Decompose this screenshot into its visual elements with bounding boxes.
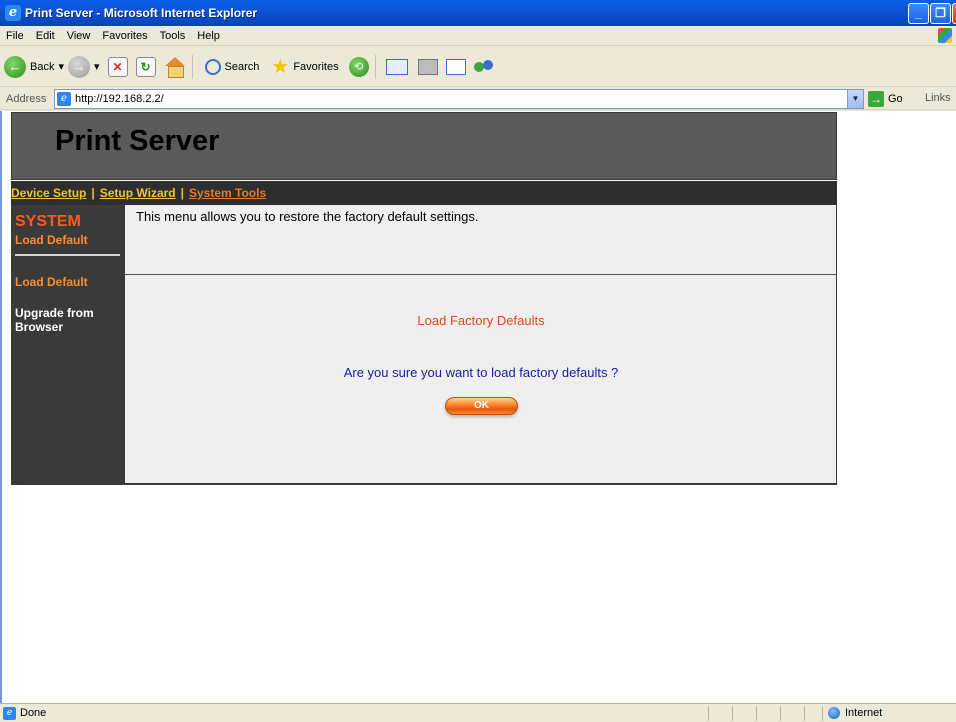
favorites-button[interactable]: ★ Favorites [263,52,338,82]
messenger-icon[interactable] [473,58,494,76]
close-button[interactable]: ✕ [952,3,956,24]
windows-logo-icon [938,28,952,43]
ie-logo-icon: e [5,5,21,21]
main-panel: Load Factory Defaults Are you sure you w… [125,275,837,485]
back-label: Back [30,60,55,73]
top-nav: Device Setup | Setup Wizard | System Too… [11,181,837,205]
go-label: Go [888,93,903,105]
menu-file[interactable]: File [6,30,24,42]
links-button[interactable]: Links [925,92,951,104]
address-bar: Address e http://192.168.2.2/ ▼ → Go Lin… [0,88,956,110]
sidebar: SYSTEM Load Default Load Default Upgrade… [11,205,125,485]
status-separator [708,706,709,721]
toolbar-separator [191,54,193,79]
menu-edit[interactable]: Edit [36,30,55,42]
status-separator [804,706,805,721]
sidebar-item-upgrade-from-browser[interactable]: Upgrade from Browser [15,306,120,334]
address-url[interactable]: http://192.168.2.2/ [75,93,164,105]
status-separator [780,706,781,721]
title-bar: e Print Server - Microsoft Internet Expl… [0,0,956,26]
nav-setup-wizard[interactable]: Setup Wizard [100,186,176,200]
address-label: Address [6,92,47,105]
page-viewport: Print Server Device Setup | Setup Wizard… [0,111,956,703]
security-zone: Internet [828,707,882,719]
back-arrow-icon: ← [4,55,26,78]
sidebar-section-title: SYSTEM [15,213,81,230]
forward-button[interactable]: → ▾ [68,52,100,82]
browser-window: e Print Server - Microsoft Internet Expl… [0,0,956,722]
nav-separator: | [91,186,95,200]
status-separator [732,706,733,721]
stop-icon[interactable]: ✕ [107,56,128,77]
search-button[interactable]: Search [197,52,260,82]
menu-help[interactable]: Help [197,30,220,42]
menu-view[interactable]: View [67,30,91,42]
status-separator [756,706,757,721]
status-text: Done [20,707,47,719]
menu-favorites[interactable]: Favorites [102,30,147,42]
nav-device-setup[interactable]: Device Setup [11,186,86,200]
toolbar: ← Back ▾ → ▾ ✕ ↻ Search ★ Favorites ⟲ [0,47,956,87]
toolbar-separator [374,54,376,79]
sidebar-item-load-default[interactable]: Load Default [15,275,88,289]
edit-icon[interactable] [445,58,466,75]
status-page-icon: e [3,706,16,720]
banner: Print Server [11,112,837,180]
address-dropdown-icon[interactable]: ▼ [847,90,863,108]
ok-button[interactable]: OK [445,397,518,415]
menu-bar: File Edit View Favorites Tools Help [0,26,956,46]
section-heading: Load Factory Defaults [417,313,545,328]
refresh-icon[interactable]: ↻ [135,56,156,77]
search-icon [204,58,221,75]
maximize-button[interactable]: ❐ [930,3,951,24]
page-icon: e [57,92,71,106]
favorites-star-icon: ★ [271,55,290,78]
back-dropdown-icon[interactable]: ▾ [58,60,64,73]
mail-icon[interactable] [385,58,408,75]
back-button[interactable]: ← Back ▾ [4,52,64,82]
go-button[interactable]: → Go [868,91,903,107]
nav-separator: | [180,186,184,200]
window-title: Print Server - Microsoft Internet Explor… [25,6,258,20]
minimize-button[interactable]: _ [908,3,929,24]
forward-dropdown-icon[interactable]: ▾ [94,60,100,73]
confirm-question: Are you sure you want to load factory de… [343,365,619,380]
forward-arrow-icon: → [68,55,90,78]
sidebar-section-subtitle: Load Default [15,233,88,247]
zone-label: Internet [845,707,883,719]
history-icon[interactable]: ⟲ [348,56,369,77]
globe-icon [828,707,840,719]
nav-system-tools[interactable]: System Tools [189,186,266,200]
search-label: Search [224,60,260,73]
description-text: This menu allows you to restore the fact… [136,209,479,224]
home-icon[interactable] [164,56,186,78]
sidebar-divider [15,254,120,256]
status-separator [822,706,823,721]
menu-tools[interactable]: Tools [160,30,186,42]
print-icon[interactable] [417,58,438,75]
address-input[interactable]: e http://192.168.2.2/ ▼ [54,89,864,109]
go-arrow-icon: → [868,91,884,107]
favorites-label: Favorites [293,60,339,73]
banner-title: Print Server [55,125,220,157]
description-panel: This menu allows you to restore the fact… [125,205,837,274]
status-bar: e Done Internet [0,703,956,722]
